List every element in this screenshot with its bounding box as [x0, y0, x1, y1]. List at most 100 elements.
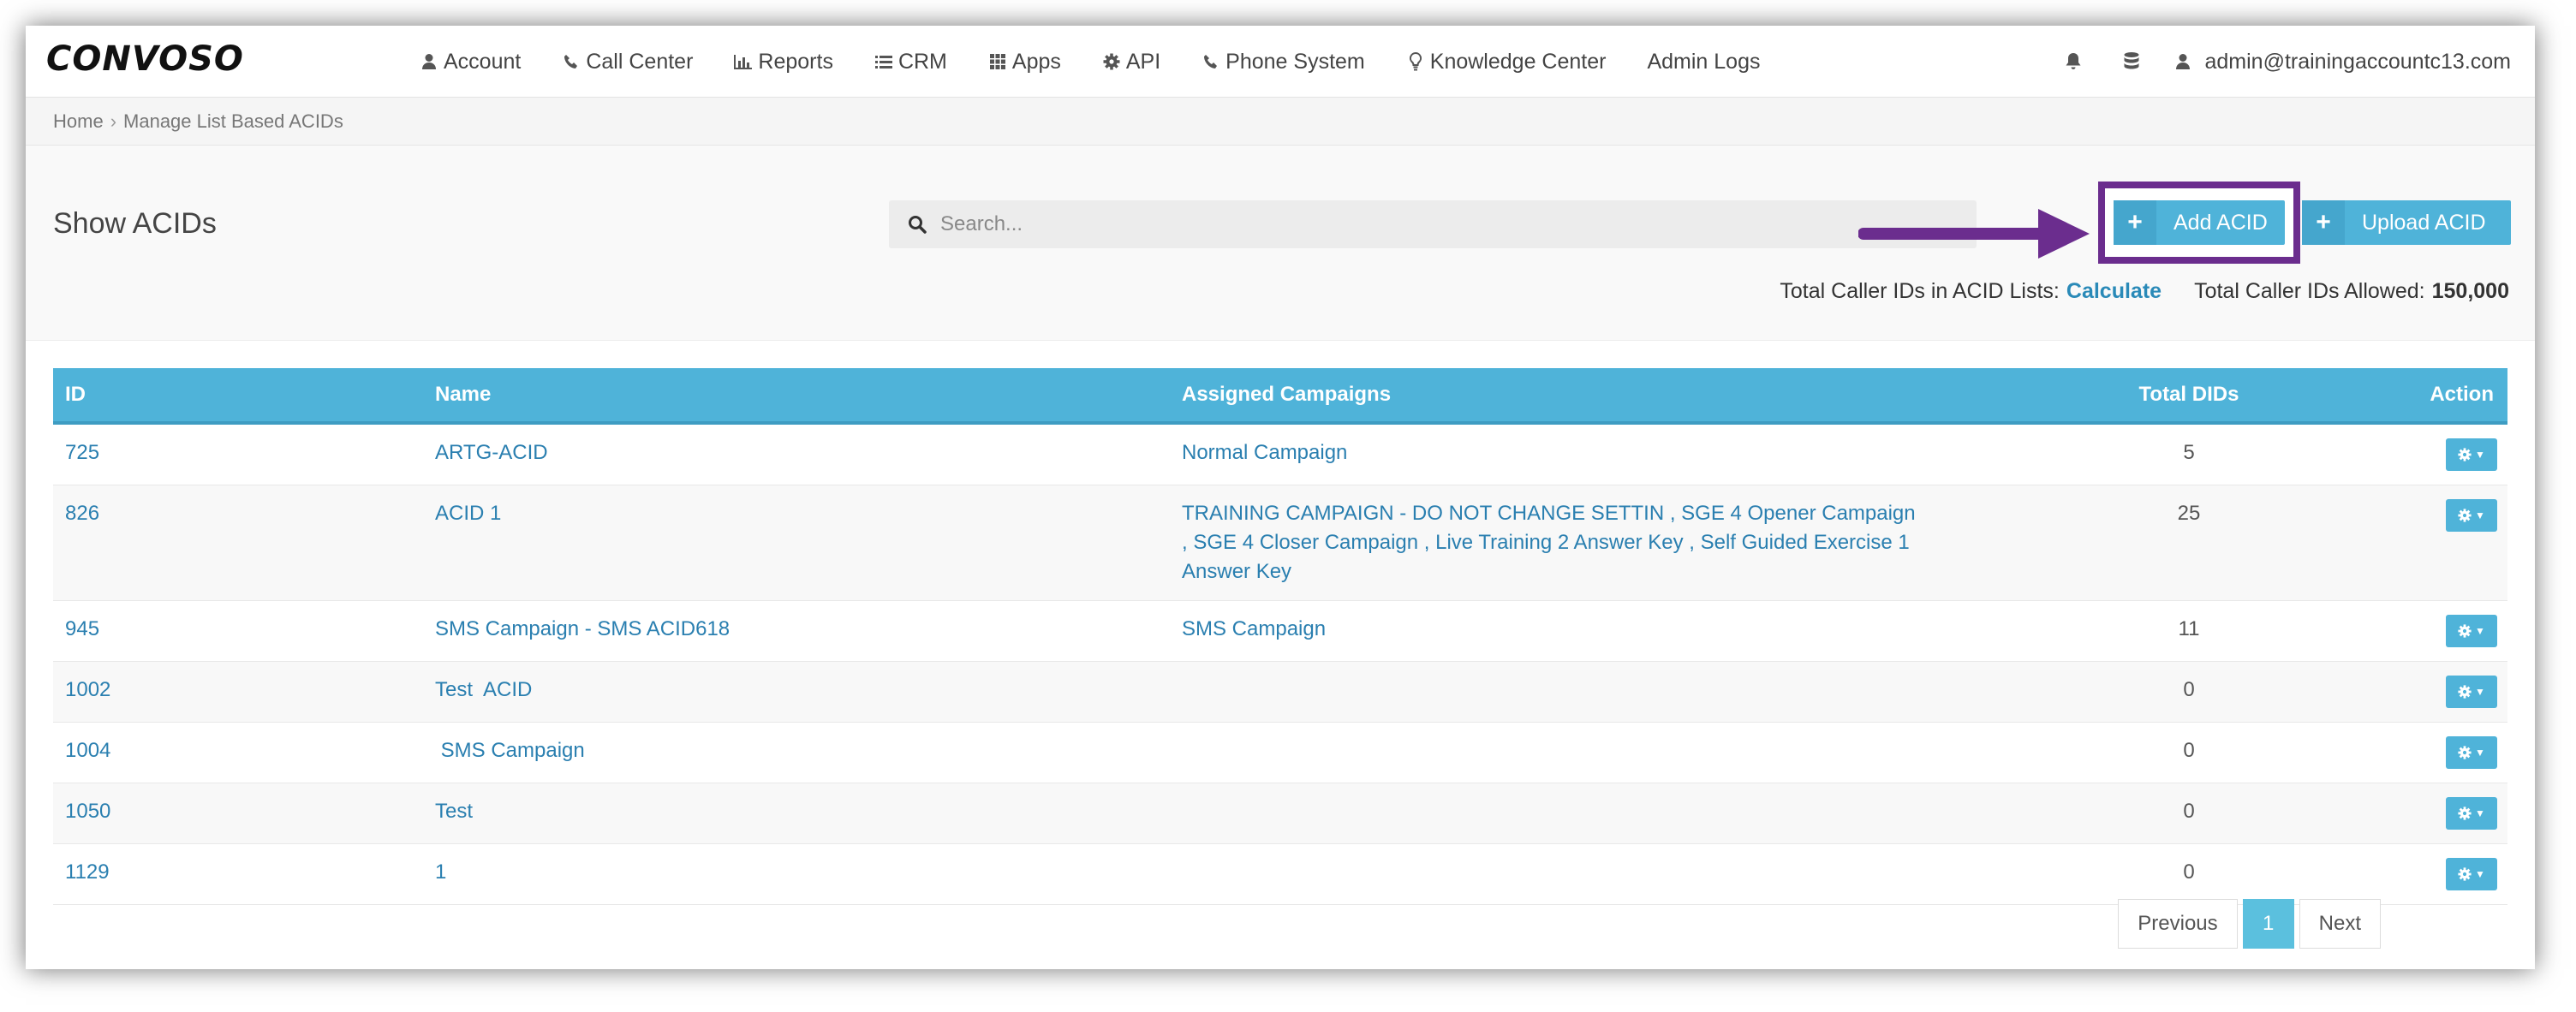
gear-icon — [2458, 624, 2472, 638]
row-id[interactable]: 1004 — [53, 722, 423, 783]
row-name[interactable]: Test ACID — [423, 661, 1170, 723]
plus-icon: + — [2302, 200, 2345, 245]
app-window: CONVOSO Account Call Center Reports CRM … — [26, 26, 2535, 969]
bell-icon[interactable] — [2059, 47, 2088, 76]
caret-down-icon: ▼ — [2475, 625, 2485, 637]
row-campaigns[interactable]: TRAINING CAMPAIGN - DO NOT CHANGE SETTIN… — [1170, 485, 2078, 601]
search-input[interactable] — [940, 212, 1882, 236]
database-icon[interactable] — [2117, 47, 2146, 76]
table-row: 725 ARTG-ACID Normal Campaign 5 ▼ — [53, 423, 2507, 485]
caret-down-icon: ▼ — [2475, 747, 2485, 759]
row-action: ▼ — [2300, 783, 2507, 844]
gear-icon — [1102, 52, 1121, 71]
row-action: ▼ — [2300, 843, 2507, 905]
row-campaigns[interactable] — [1170, 661, 2078, 723]
add-acid-button[interactable]: + Add ACID — [2114, 200, 2285, 245]
row-id[interactable]: 1050 — [53, 783, 423, 844]
allowed-label: Total Caller IDs Allowed: — [2194, 279, 2425, 303]
nav-admin-logs[interactable]: Admin Logs — [1647, 50, 1760, 74]
top-navbar: CONVOSO Account Call Center Reports CRM … — [26, 26, 2535, 98]
row-action-button[interactable]: ▼ — [2446, 438, 2497, 471]
row-action: ▼ — [2300, 661, 2507, 723]
row-total-dids: 0 — [2078, 783, 2300, 844]
calculate-link[interactable]: Calculate — [2066, 279, 2162, 304]
user-menu[interactable]: admin@trainingaccountc13.com — [2175, 50, 2511, 74]
nav-reports[interactable]: Reports — [734, 50, 833, 74]
row-action-button[interactable]: ▼ — [2446, 797, 2497, 830]
nav-api[interactable]: API — [1102, 50, 1160, 74]
row-action-button[interactable]: ▼ — [2446, 615, 2497, 647]
nav-admin-logs-label: Admin Logs — [1647, 49, 1761, 74]
convoso-logo[interactable]: CONVOSO — [46, 39, 244, 79]
grid-icon — [988, 52, 1007, 71]
row-action-button[interactable]: ▼ — [2446, 736, 2497, 769]
plus-icon: + — [2114, 200, 2156, 245]
table-row: 826 ACID 1 TRAINING CAMPAIGN - DO NOT CH… — [53, 485, 2507, 601]
totals-label: Total Caller IDs in ACID Lists: — [1780, 279, 2060, 303]
row-campaigns[interactable]: Normal Campaign — [1170, 423, 2078, 485]
row-id[interactable]: 945 — [53, 600, 423, 662]
list-icon — [874, 52, 893, 71]
row-campaigns[interactable]: SMS Campaign — [1170, 600, 2078, 662]
pagination: Previous 1 Next — [2118, 899, 2381, 949]
row-action-button[interactable]: ▼ — [2446, 858, 2497, 890]
nav-knowledge-center[interactable]: Knowledge Center — [1406, 50, 1606, 74]
next-page-button[interactable]: Next — [2299, 899, 2381, 949]
col-id[interactable]: ID — [53, 368, 423, 425]
row-total-dids: 25 — [2078, 485, 2300, 601]
page-header: Show ACIDs + Add ACID + Upload ACID Tota… — [26, 146, 2535, 341]
nav-crm-label: CRM — [897, 49, 947, 74]
row-name[interactable]: SMS Campaign — [423, 722, 1170, 783]
row-name[interactable]: 1 — [423, 843, 1170, 905]
row-total-dids: 11 — [2078, 600, 2300, 662]
totals-summary: Total Caller IDs in ACID Lists: Calculat… — [1780, 279, 2509, 304]
nav-account[interactable]: Account — [420, 50, 521, 74]
table-row: 1002 Test ACID 0 ▼ — [53, 661, 2507, 723]
add-acid-label: Add ACID — [2174, 210, 2268, 235]
row-id[interactable]: 725 — [53, 423, 423, 485]
previous-page-button[interactable]: Previous — [2118, 899, 2238, 949]
row-campaigns[interactable] — [1170, 722, 2078, 783]
col-campaigns[interactable]: Assigned Campaigns — [1170, 368, 2078, 425]
row-campaigns[interactable] — [1170, 783, 2078, 844]
gear-icon — [2458, 685, 2472, 699]
row-id[interactable]: 826 — [53, 485, 423, 601]
col-total-dids[interactable]: Total DIDs — [2078, 368, 2300, 425]
row-action-button[interactable]: ▼ — [2446, 676, 2497, 708]
row-name[interactable]: ACID 1 — [423, 485, 1170, 601]
row-name[interactable]: Test — [423, 783, 1170, 844]
row-id[interactable]: 1129 — [53, 843, 423, 905]
row-total-dids: 0 — [2078, 722, 2300, 783]
gear-icon — [2458, 867, 2472, 881]
row-id[interactable]: 1002 — [53, 661, 423, 723]
gear-icon — [2458, 746, 2472, 759]
nav-right-tools: admin@trainingaccountc13.com — [2030, 26, 2511, 98]
phone-icon — [1202, 52, 1220, 71]
upload-acid-label: Upload ACID — [2362, 210, 2486, 235]
nav-crm[interactable]: CRM — [874, 50, 947, 74]
row-campaigns[interactable] — [1170, 843, 2078, 905]
nav-call-center[interactable]: Call Center — [562, 50, 693, 74]
page-1-button[interactable]: 1 — [2242, 899, 2294, 949]
col-name[interactable]: Name — [423, 368, 1170, 425]
acid-table: ID Name Assigned Campaigns Total DIDs Ac… — [53, 368, 2507, 905]
breadcrumb-separator: › — [110, 110, 117, 132]
allowed-value: 150,000 — [2431, 279, 2509, 303]
row-name[interactable]: ARTG-ACID — [423, 423, 1170, 485]
nav-api-label: API — [1125, 49, 1161, 74]
row-action-button[interactable]: ▼ — [2446, 499, 2497, 532]
upload-acid-button[interactable]: + Upload ACID — [2302, 200, 2511, 245]
user-email: admin@trainingaccountc13.com — [2204, 49, 2511, 74]
table-header-row: ID Name Assigned Campaigns Total DIDs Ac… — [53, 368, 2507, 425]
gear-icon — [2458, 448, 2472, 461]
row-name[interactable]: SMS Campaign - SMS ACID618 — [423, 600, 1170, 662]
table-row: 945 SMS Campaign - SMS ACID618 SMS Campa… — [53, 600, 2507, 662]
nav-phone-system[interactable]: Phone System — [1202, 50, 1365, 74]
user-icon — [2175, 53, 2191, 70]
gear-icon — [2458, 509, 2472, 522]
gear-icon — [2458, 807, 2472, 820]
nav-apps[interactable]: Apps — [988, 50, 1061, 74]
lightbulb-icon — [1406, 52, 1425, 71]
search-bar[interactable] — [889, 200, 1977, 248]
breadcrumb-home[interactable]: Home — [53, 110, 104, 133]
